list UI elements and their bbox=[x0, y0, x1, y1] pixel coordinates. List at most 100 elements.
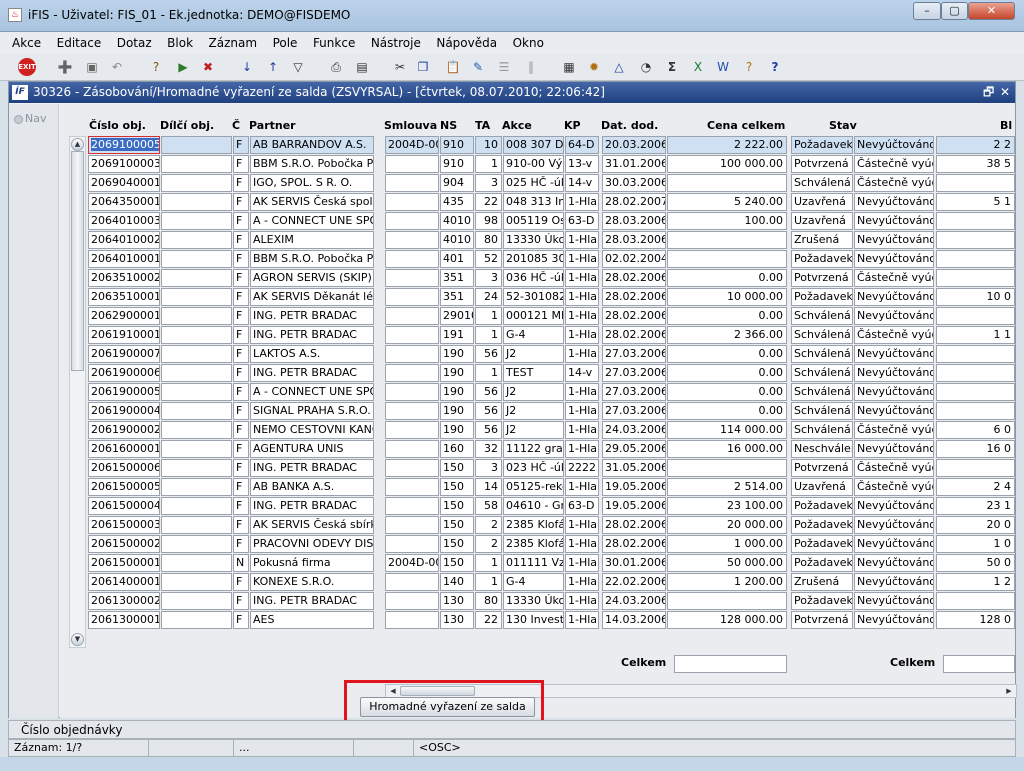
cell-cena[interactable]: 0.00 bbox=[667, 364, 787, 382]
cell-stav[interactable]: Zrušená bbox=[791, 573, 853, 591]
cell-dat[interactable]: 29.05.2006 bbox=[602, 440, 666, 458]
scroll-thumb[interactable] bbox=[71, 151, 84, 371]
cell-akce[interactable]: G-4 bbox=[503, 326, 564, 344]
cell-kp[interactable]: 63-D bbox=[565, 212, 599, 230]
cell-cislo[interactable]: 2069100003 bbox=[88, 155, 160, 173]
cell-partner[interactable]: A - CONNECT UNE SPOL bbox=[250, 383, 374, 401]
cell-ta[interactable]: 1 bbox=[475, 364, 502, 382]
cell-smlouva[interactable] bbox=[385, 592, 439, 610]
cell-stav[interactable]: Potvrzená bbox=[791, 611, 853, 629]
cell-bl[interactable]: 38 5 bbox=[936, 155, 1015, 173]
cell-smlouva[interactable] bbox=[385, 326, 439, 344]
cell-ns[interactable]: 190 bbox=[440, 345, 474, 363]
export-icon[interactable]: △ bbox=[610, 58, 628, 76]
cell-dilci[interactable] bbox=[161, 345, 232, 363]
cell-dat[interactable]: 14.03.2006 bbox=[602, 611, 666, 629]
cell-cislo[interactable]: 2064010002 bbox=[88, 231, 160, 249]
cell-smlouva[interactable] bbox=[385, 212, 439, 230]
cell-dilci[interactable] bbox=[161, 250, 232, 268]
cell-kp[interactable]: 1-Hla bbox=[565, 478, 599, 496]
menu-dotaz[interactable]: Dotaz bbox=[117, 32, 152, 54]
cell-cislo[interactable]: 2061300001 bbox=[88, 611, 160, 629]
cell-kp[interactable]: 1-Hla bbox=[565, 592, 599, 610]
cell-c[interactable]: F bbox=[233, 269, 249, 287]
cell-akce[interactable]: 2385 Klofáč bbox=[503, 535, 564, 553]
cell-ns[interactable]: 435 bbox=[440, 193, 474, 211]
cell-ns[interactable]: 130 bbox=[440, 611, 474, 629]
cell-smlouva[interactable] bbox=[385, 402, 439, 420]
cell-stav[interactable]: Neschválená bbox=[791, 440, 853, 458]
cell-stav2[interactable]: Částečně vyúčt bbox=[854, 174, 934, 192]
cell-partner[interactable]: AGRON SERVIS (SKIP) bbox=[250, 269, 374, 287]
cell-bl[interactable] bbox=[936, 459, 1015, 477]
cell-c[interactable]: F bbox=[233, 535, 249, 553]
cell-akce[interactable]: 023 HČ -úko bbox=[503, 459, 564, 477]
cell-c[interactable]: F bbox=[233, 288, 249, 306]
cell-ns[interactable]: 191 bbox=[440, 326, 474, 344]
cell-c[interactable]: F bbox=[233, 497, 249, 515]
cell-bl[interactable]: 2 4 bbox=[936, 478, 1015, 496]
cell-akce[interactable]: 130 Investic bbox=[503, 611, 564, 629]
cell-ns[interactable]: 190 bbox=[440, 421, 474, 439]
cell-dilci[interactable] bbox=[161, 497, 232, 515]
cell-smlouva[interactable] bbox=[385, 307, 439, 325]
cell-cislo[interactable]: 2061500003 bbox=[88, 516, 160, 534]
cell-bl[interactable]: 5 1 bbox=[936, 193, 1015, 211]
cell-ta[interactable]: 1 bbox=[475, 326, 502, 344]
cell-ta[interactable]: 56 bbox=[475, 345, 502, 363]
cell-partner[interactable]: PRACOVNI ODEVY DISPO bbox=[250, 535, 374, 553]
cell-akce[interactable]: 025 HČ -úko bbox=[503, 174, 564, 192]
cell-akce[interactable]: 05125-rekon bbox=[503, 478, 564, 496]
cell-cislo[interactable]: 2063510001 bbox=[88, 288, 160, 306]
cell-cislo[interactable]: 2061500005 bbox=[88, 478, 160, 496]
cell-ns[interactable]: 190 bbox=[440, 402, 474, 420]
menu-okno[interactable]: Okno bbox=[513, 32, 544, 54]
cell-kp[interactable]: 1-Hla bbox=[565, 326, 599, 344]
cell-dat[interactable]: 27.03.2006 bbox=[602, 383, 666, 401]
enter-query-icon[interactable]: ? bbox=[147, 58, 165, 76]
cell-dat[interactable]: 28.02.2006 bbox=[602, 307, 666, 325]
cell-smlouva[interactable] bbox=[385, 383, 439, 401]
cell-akce[interactable]: 13330 Úkol 2 bbox=[503, 231, 564, 249]
cell-akce[interactable]: 011111 Vzd bbox=[503, 554, 564, 572]
excel-icon[interactable]: X bbox=[689, 58, 707, 76]
menu-napoveda[interactable]: Nápověda bbox=[436, 32, 497, 54]
cell-dilci[interactable] bbox=[161, 421, 232, 439]
cell-cena[interactable]: 2 222.00 bbox=[667, 136, 787, 154]
maximize-button[interactable]: ▢ bbox=[941, 2, 968, 20]
cell-cena[interactable]: 16 000.00 bbox=[667, 440, 787, 458]
cell-cena[interactable]: 0.00 bbox=[667, 345, 787, 363]
cell-partner[interactable]: ING. PETR BRADAC bbox=[250, 326, 374, 344]
cell-stav[interactable]: Požadavek bbox=[791, 497, 853, 515]
cell-dat[interactable]: 24.03.2006 bbox=[602, 592, 666, 610]
cell-cena[interactable]: 0.00 bbox=[667, 269, 787, 287]
cell-cena[interactable]: 5 240.00 bbox=[667, 193, 787, 211]
scroll-up-icon[interactable]: ▲ bbox=[71, 138, 84, 151]
cell-kp[interactable]: 1-Hla bbox=[565, 516, 599, 534]
cell-cena[interactable] bbox=[667, 231, 787, 249]
cell-cislo[interactable]: 2061900002 bbox=[88, 421, 160, 439]
cell-ns[interactable]: 150 bbox=[440, 516, 474, 534]
cell-ns[interactable]: 150 bbox=[440, 459, 474, 477]
cell-kp[interactable]: 1-Hla bbox=[565, 611, 599, 629]
cell-c[interactable]: F bbox=[233, 155, 249, 173]
cell-kp[interactable]: 1-Hla bbox=[565, 307, 599, 325]
copy-icon[interactable]: ❐ bbox=[414, 58, 432, 76]
cell-ta[interactable]: 1 bbox=[475, 554, 502, 572]
cell-kp[interactable]: 1-Hla bbox=[565, 421, 599, 439]
cell-bl[interactable] bbox=[936, 212, 1015, 230]
cell-akce[interactable]: 13330 Úkol 2 bbox=[503, 592, 564, 610]
cell-cislo[interactable]: 2061600001 bbox=[88, 440, 160, 458]
cell-stav[interactable]: Požadavek bbox=[791, 554, 853, 572]
cell-smlouva[interactable] bbox=[385, 193, 439, 211]
cell-dat[interactable]: 30.01.2006 bbox=[602, 554, 666, 572]
cell-c[interactable]: N bbox=[233, 554, 249, 572]
cell-partner[interactable]: AGENTURA UNIS bbox=[250, 440, 374, 458]
cell-stav[interactable]: Schválená bbox=[791, 383, 853, 401]
cell-smlouva[interactable]: 2004D-00 bbox=[385, 136, 439, 154]
cell-kp[interactable]: 1-Hla bbox=[565, 554, 599, 572]
cell-bl[interactable]: 128 0 bbox=[936, 611, 1015, 629]
menu-pole[interactable]: Pole bbox=[273, 32, 298, 54]
cell-ta[interactable]: 3 bbox=[475, 269, 502, 287]
cell-stav[interactable]: Požadavek bbox=[791, 516, 853, 534]
